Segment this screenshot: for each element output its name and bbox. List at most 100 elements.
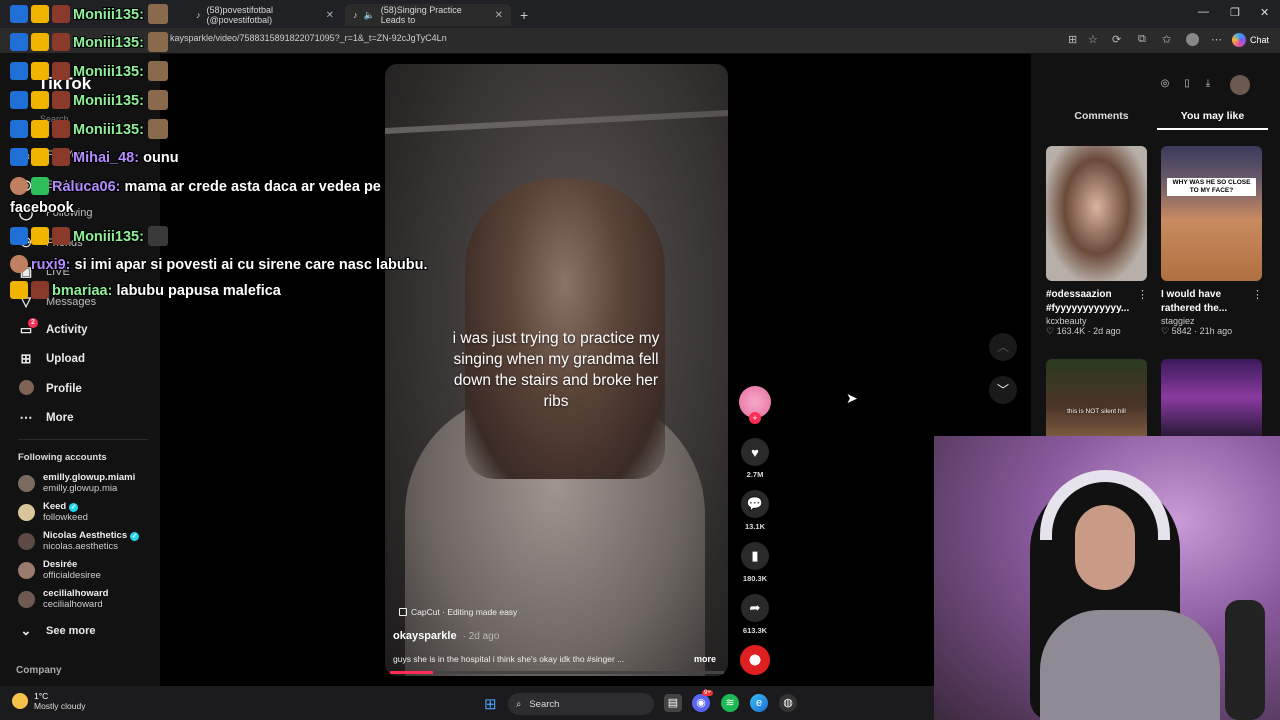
nav-upload[interactable]: ⊞ Upload (18, 351, 85, 367)
card-info[interactable]: #odessaazion #fyyyyyyyyyyyy... kcxbeauty… (1046, 288, 1141, 337)
file-explorer-icon[interactable]: ▤ (664, 694, 682, 712)
close-icon[interactable]: ✕ (495, 10, 503, 21)
profile-avatar[interactable] (1186, 33, 1199, 46)
copilot-icon (1232, 33, 1246, 47)
card-info[interactable]: I would have rathered the... staggiez ♡ … (1161, 288, 1256, 337)
like-button[interactable]: ♥ 2.7M (740, 438, 770, 479)
badge-icon (52, 91, 70, 109)
video-thumbnail[interactable] (1046, 146, 1147, 281)
thumbnail-overlay-text: this is NOT silent hill (1067, 408, 1126, 415)
refresh-icon[interactable]: ⟳ (1112, 33, 1121, 46)
tab-comments[interactable]: Comments (1046, 110, 1157, 130)
edge-icon[interactable]: e (750, 694, 768, 712)
chat-label: Chat (1250, 35, 1270, 45)
extensions-icon[interactable]: ⧉ (1138, 33, 1146, 46)
avatar-badge-icon (10, 255, 28, 273)
download-icon[interactable]: ⤓ (1201, 78, 1215, 92)
card-menu-icon[interactable]: ⋮ (1137, 288, 1148, 301)
user-avatar[interactable] (1230, 75, 1250, 95)
crown-badge-icon (31, 120, 49, 138)
crown-badge-icon (31, 227, 49, 245)
chat-message: Moniii135: (10, 226, 168, 246)
compass-icon[interactable]: ◎ (1158, 78, 1172, 92)
menu-icon[interactable]: ⋯ (1211, 33, 1222, 46)
favorite-icon[interactable]: ☆ (1088, 33, 1098, 46)
maximize-icon[interactable]: ❐ (1230, 6, 1240, 19)
chat-message: ruxi9: si imi apar si povesti ai cu sire… (10, 255, 428, 273)
more-icon: ⋯ (19, 410, 33, 425)
obs-icon[interactable]: ◍ (779, 694, 797, 712)
weather-widget[interactable]: 1°C Mostly cloudy (12, 691, 86, 711)
chat-message: Moniii135: (10, 119, 168, 139)
badge-icon (52, 120, 70, 138)
video-thumbnail[interactable]: this is NOT silent hill (1046, 359, 1147, 436)
music-disc-icon[interactable] (740, 645, 770, 675)
video-thumbnail[interactable] (1161, 359, 1262, 436)
copilot-chat-button[interactable]: Chat (1232, 31, 1269, 49)
minimize-icon[interactable]: — (1198, 6, 1209, 18)
company-link[interactable]: Company (16, 665, 62, 676)
card-menu-icon[interactable]: ⋮ (1252, 288, 1263, 301)
wall-edge (385, 110, 728, 134)
nav-activity[interactable]: ▭ 2 Activity (18, 318, 88, 338)
url-field[interactable]: kaysparkle/video/7588315891822071095?_r=… (170, 33, 447, 43)
nav-more[interactable]: ⋯ More (18, 410, 74, 426)
reader-icon[interactable]: ⊞ (1068, 33, 1077, 46)
share-button[interactable]: ➦ 613.3K (740, 594, 770, 635)
search-icon: ⌕ (516, 698, 522, 710)
tab-singing-practice[interactable]: ♪ 🔈 (58)Singing Practice Leads to ✕ (345, 4, 511, 26)
badge-icon (52, 148, 70, 166)
video-progress-fill (390, 671, 434, 674)
nav-profile[interactable]: Profile (18, 380, 82, 398)
video-progress[interactable] (390, 671, 724, 674)
capcut-tag[interactable]: CapCut · Editing made easy (399, 607, 517, 617)
heart-icon: ♥ (741, 438, 769, 466)
next-video-button[interactable]: ﹀ (989, 376, 1017, 404)
upload-icon: ⊞ (20, 351, 32, 366)
comment-button[interactable]: 💬 13.1K (740, 490, 770, 531)
more-button[interactable]: more (694, 654, 716, 664)
badge-icon (52, 33, 70, 51)
comment-icon: 💬 (741, 490, 769, 518)
capcut-icon (399, 608, 407, 616)
favorites-icon[interactable]: ✩ (1162, 33, 1171, 46)
discord-icon[interactable]: ◉ (692, 694, 710, 712)
close-icon[interactable]: ✕ (326, 10, 334, 21)
chat-message: Moniii135: (10, 32, 168, 52)
verified-icon: ✓ (69, 503, 79, 512)
thumbnail-overlay-text: WHY WAS HE SO CLOSE TO MY FACE? (1167, 178, 1256, 196)
badge-icon (10, 227, 28, 245)
save-button[interactable]: ▮ 180.3K (740, 542, 770, 583)
device-icon[interactable]: ▯ (1180, 78, 1194, 92)
badge-icon (52, 62, 70, 80)
spotify-icon[interactable]: ≋ (721, 694, 739, 712)
tab-povestifotbal[interactable]: ♪ (58)povestifotbal (@povestifotbal) ✕ (188, 4, 342, 26)
heart-icon: ♡ (1046, 326, 1057, 336)
avatar-badge-icon (10, 177, 28, 195)
video-author[interactable]: okaysparkle · 2d ago (393, 630, 499, 642)
video-thumbnail[interactable]: WHY WAS HE SO CLOSE TO MY FACE? (1161, 146, 1262, 281)
share-icon: ➦ (741, 594, 769, 622)
account-item[interactable]: cecilialhoward cecilialhoward (18, 588, 108, 610)
account-item[interactable]: Keed ✓ followkeed (18, 501, 88, 523)
account-item[interactable]: emilly.glowup.miami emilly.glowup.mia (18, 472, 135, 494)
see-more-button[interactable]: ⌄ See more (18, 623, 96, 639)
emote-icon (147, 226, 168, 246)
taskbar-search[interactable]: ⌕ Search (508, 693, 654, 715)
follow-plus-icon[interactable]: + (749, 412, 761, 424)
crown-badge-icon (31, 33, 49, 51)
close-window-icon[interactable]: ✕ (1260, 6, 1269, 19)
panel-tabs: Comments You may like (1046, 110, 1268, 130)
tab-you-may-like[interactable]: You may like (1157, 110, 1268, 130)
crown-badge-icon (31, 62, 49, 80)
badge-icon (52, 227, 70, 245)
tab-label: (58)povestifotbal (@povestifotbal) (206, 5, 274, 25)
prev-video-button[interactable]: ︿ (989, 333, 1017, 361)
windows-start-icon[interactable]: ⊞ (484, 695, 497, 713)
tiktok-icon: ♪ (196, 10, 201, 20)
crown-badge-icon (31, 91, 49, 109)
chat-message: Mihai_48: ounu (10, 148, 179, 166)
account-item[interactable]: Nicolas Aesthetics ✓ nicolas.aesthetics (18, 530, 140, 552)
new-tab-button[interactable]: + (512, 4, 536, 26)
account-item[interactable]: Desirée officialdesiree (18, 559, 101, 581)
